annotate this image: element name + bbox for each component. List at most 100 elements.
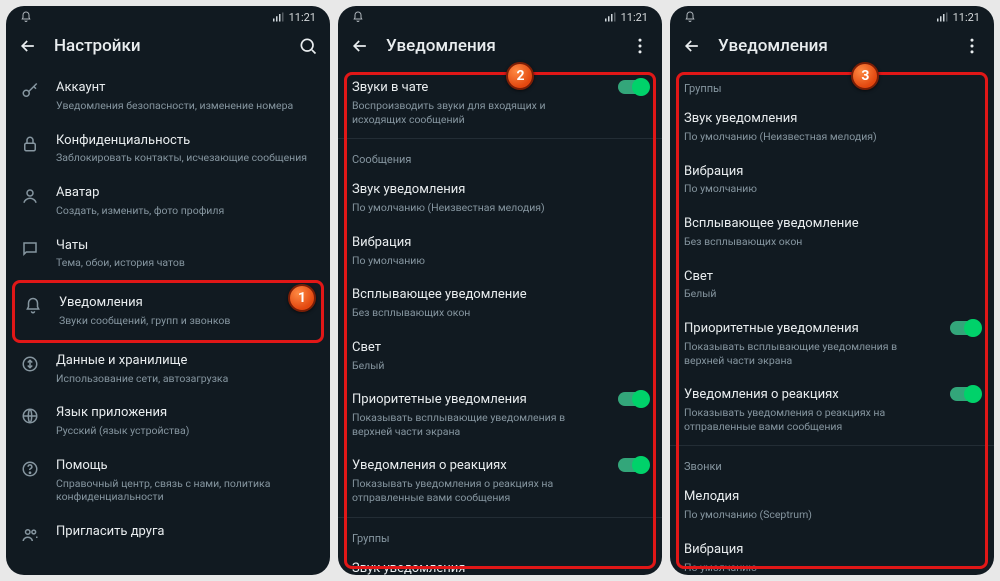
switch-toggle[interactable] bbox=[950, 387, 980, 401]
screen-notifications-groups: 11:21 Уведомления Группы Звук уведомлени… bbox=[670, 6, 994, 575]
item-sub: Тема, обои, история чатов bbox=[56, 256, 316, 270]
page-title: Уведомления bbox=[386, 36, 614, 56]
settings-list: АккаунтУведомления безопасности, изменен… bbox=[6, 70, 330, 575]
reactions-row[interactable]: Уведомления о реакцияхПоказывать уведомл… bbox=[338, 448, 662, 514]
group-sound-peek[interactable]: Звук уведомления bbox=[338, 551, 662, 575]
more-icon[interactable] bbox=[630, 36, 650, 56]
group-light-row[interactable]: СветБелый bbox=[670, 259, 994, 312]
item-sub: Создать, изменить, фото профиля bbox=[56, 204, 316, 218]
item-label: Всплывающее уведомление bbox=[352, 287, 648, 304]
notifications-list: Звуки в чате Воспроизводить звуки для вхо… bbox=[338, 70, 662, 575]
item-label: Звук уведомления bbox=[352, 182, 648, 199]
group-priority-row[interactable]: Приоритетные уведомления Показывать всплы… bbox=[670, 311, 994, 377]
item-label: Конфиденциальность bbox=[56, 133, 316, 150]
item-label: Аватар bbox=[56, 185, 316, 202]
item-label: Приоритетные уведомления bbox=[352, 392, 596, 409]
light-row[interactable]: СветБелый bbox=[338, 330, 662, 383]
bell-icon bbox=[23, 295, 43, 315]
item-sub: По умолчанию (Неизвестная мелодия) bbox=[684, 130, 980, 144]
marker-1: 1 bbox=[288, 284, 316, 312]
avatar-icon bbox=[20, 185, 40, 205]
item-sub: Белый bbox=[352, 359, 648, 373]
bell-outline-icon bbox=[20, 11, 32, 23]
item-sub: По умолчанию (Sceptrum) bbox=[684, 508, 980, 522]
item-sub: Белый bbox=[684, 287, 980, 301]
settings-item-data[interactable]: Данные и хранилище Использование сети, ав… bbox=[6, 343, 330, 396]
settings-item-notifications[interactable]: Уведомления Звуки сообщений, групп и звон… bbox=[15, 285, 321, 338]
item-sub: По умолчанию bbox=[352, 254, 648, 268]
switch-toggle[interactable] bbox=[618, 80, 648, 94]
search-icon[interactable] bbox=[298, 36, 318, 56]
item-sub: По умолчанию bbox=[684, 182, 980, 196]
settings-item-invite[interactable]: Пригласить друга bbox=[6, 514, 330, 554]
item-sub: Без всплывающих окон bbox=[684, 235, 980, 249]
item-label: Данные и хранилище bbox=[56, 353, 316, 370]
data-icon bbox=[20, 353, 40, 373]
section-messages: Сообщения bbox=[338, 141, 662, 172]
item-sub: Показывать уведомления о реакциях на отп… bbox=[684, 406, 928, 433]
chat-icon bbox=[20, 238, 40, 258]
item-sub: Уведомления безопасности, изменение номе… bbox=[56, 99, 316, 113]
signal-icon bbox=[605, 12, 617, 22]
titlebar: Уведомления bbox=[338, 26, 662, 70]
back-icon[interactable] bbox=[18, 36, 38, 56]
call-vibration-row[interactable]: Вибрация По умолчанию bbox=[670, 532, 994, 575]
call-ringtone-row[interactable]: Мелодия По умолчанию (Sceptrum) bbox=[670, 479, 994, 532]
group-popup-row[interactable]: Всплывающее уведомление Без всплывающих о… bbox=[670, 206, 994, 259]
group-reactions-row[interactable]: Уведомления о реакциях Показывать уведомл… bbox=[670, 377, 994, 443]
back-icon[interactable] bbox=[682, 36, 702, 56]
item-sub: По умолчанию bbox=[684, 561, 980, 575]
status-time: 11:21 bbox=[621, 11, 648, 24]
section-calls: Звонки bbox=[670, 448, 994, 479]
item-label: Пригласить друга bbox=[56, 524, 316, 541]
switch-toggle[interactable] bbox=[950, 321, 980, 335]
group-sound-row[interactable]: Звук уведомленияПо умолчанию (Неизвестна… bbox=[670, 101, 994, 154]
item-label: Звуки в чате bbox=[352, 80, 596, 97]
item-label: Уведомления bbox=[59, 295, 307, 312]
popup-row[interactable]: Всплывающее уведомлениеБез всплывающих о… bbox=[338, 277, 662, 330]
chat-sounds-row[interactable]: Звуки в чате Воспроизводить звуки для вхо… bbox=[338, 70, 662, 136]
item-label: Мелодия bbox=[684, 489, 980, 506]
signal-icon bbox=[273, 12, 285, 22]
switch-toggle[interactable] bbox=[618, 392, 648, 406]
priority-row[interactable]: Приоритетные уведомления Показывать всплы… bbox=[338, 382, 662, 448]
key-icon bbox=[20, 80, 40, 100]
settings-item-account[interactable]: АккаунтУведомления безопасности, изменен… bbox=[6, 70, 330, 123]
settings-item-chats[interactable]: ЧатыТема, обои, история чатов bbox=[6, 228, 330, 281]
vibration-row[interactable]: ВибрацияПо умолчанию bbox=[338, 225, 662, 278]
section-groups: Группы bbox=[670, 70, 994, 101]
switch-toggle[interactable] bbox=[618, 458, 648, 472]
more-icon[interactable] bbox=[962, 36, 982, 56]
status-bar: 11:21 bbox=[6, 6, 330, 26]
status-time: 11:21 bbox=[953, 11, 980, 24]
item-label: Приоритетные уведомления bbox=[684, 321, 928, 338]
notif-sound-row[interactable]: Звук уведомленияПо умолчанию (Неизвестна… bbox=[338, 172, 662, 225]
item-label: Вибрация bbox=[684, 542, 980, 559]
item-sub: Заблокировать контакты, исчезающие сообщ… bbox=[56, 151, 316, 165]
divider bbox=[670, 445, 994, 446]
bell-outline-icon bbox=[684, 11, 696, 23]
group-vibration-row[interactable]: ВибрацияПо умолчанию bbox=[670, 154, 994, 207]
item-label: Уведомления о реакциях bbox=[684, 387, 928, 404]
page-title: Настройки bbox=[54, 36, 282, 56]
item-sub: Использование сети, автозагрузка bbox=[56, 372, 316, 386]
settings-item-language[interactable]: Язык приложенияРусский (язык устройства) bbox=[6, 395, 330, 448]
page-title: Уведомления bbox=[718, 36, 946, 56]
divider bbox=[338, 138, 662, 139]
item-sub: Показывать всплывающие уведомления в вер… bbox=[352, 411, 596, 438]
globe-icon bbox=[20, 405, 40, 425]
item-label: Всплывающее уведомление bbox=[684, 216, 980, 233]
highlight-notifications: Уведомления Звуки сообщений, групп и звон… bbox=[12, 280, 324, 343]
item-sub: Воспроизводить звуки для входящих и исхо… bbox=[352, 99, 596, 126]
item-sub: Показывать всплывающие уведомления в вер… bbox=[684, 340, 928, 367]
back-icon[interactable] bbox=[350, 36, 370, 56]
section-groups: Группы bbox=[338, 520, 662, 551]
invite-icon bbox=[20, 524, 40, 544]
settings-item-help[interactable]: ПомощьСправочный центр, связь с нами, по… bbox=[6, 448, 330, 514]
settings-item-privacy[interactable]: КонфиденциальностьЗаблокировать контакты… bbox=[6, 123, 330, 176]
item-label: Вибрация bbox=[684, 164, 980, 181]
signal-icon bbox=[937, 12, 949, 22]
settings-item-avatar[interactable]: Аватар Создать, изменить, фото профиля bbox=[6, 175, 330, 228]
screen-notifications-messages: 11:21 Уведомления Звуки в чате Воспроизво… bbox=[338, 6, 662, 575]
item-sub: Звуки сообщений, групп и звонков bbox=[59, 314, 307, 328]
